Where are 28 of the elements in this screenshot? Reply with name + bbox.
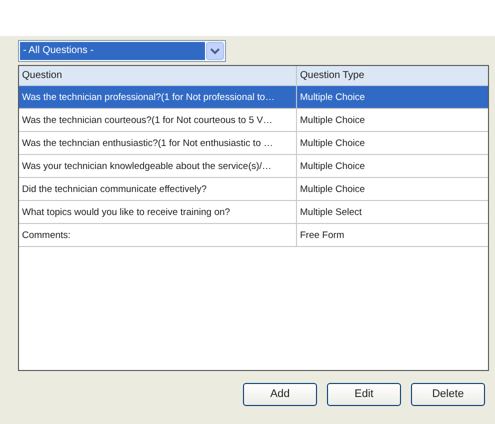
table-row[interactable]: Was your technician knowledgeable about the service(s)/… Multiple Choice (19, 155, 488, 178)
chevron-down-icon (206, 42, 224, 60)
table-cell: Multiple Choice (296, 109, 488, 131)
table-row[interactable]: Did the technician communicate effectively? Multiple Choice (19, 178, 488, 201)
table-cell-text: Was the techncian enthusiastic?(1 for Not enthusiastic to … (21, 137, 274, 151)
table-row[interactable]: Was the technician professional?(1 for Not professional to… Multiple Choice (19, 86, 488, 109)
action-button[interactable]: Delete (411, 383, 485, 406)
table-cell-text: Was your technician knowledgeable about the service(s)/… (21, 160, 272, 174)
table-cell-text: Did the technician communicate effectively? (21, 183, 208, 197)
action-button[interactable]: Add (243, 383, 317, 406)
table-row[interactable]: Was the techncian enthusiastic?(1 for Not enthusiastic to … Multiple Choice (19, 132, 488, 155)
table-row[interactable]: What topics would you like to receive training on? Multiple Select (19, 201, 488, 224)
filter-dropdown[interactable]: - All Questions - (18, 40, 226, 62)
table-cell: Multiple Choice (296, 86, 488, 108)
table-cell: Multiple Select (296, 201, 488, 223)
table-cell: Multiple Choice (296, 132, 488, 154)
table-cell: Multiple Choice (296, 178, 488, 200)
column-header[interactable]: Question Type (296, 66, 488, 85)
table-cell: Multiple Choice (296, 155, 488, 177)
table-row[interactable]: Was the technician courteous?(1 for Not courteous to 5 V… Multiple Choice (19, 109, 488, 132)
table-cell-text: Comments: (21, 229, 72, 243)
table-row[interactable]: Comments: Free Form (19, 224, 488, 247)
table-cell: Free Form (296, 224, 488, 246)
table-cell-text: Was the technician courteous?(1 for Not courteous to 5 V… (21, 114, 274, 128)
column-header[interactable]: Question (19, 66, 296, 85)
action-button[interactable]: Edit (327, 383, 401, 406)
table-cell-text: What topics would you like to receive training on? (21, 206, 232, 220)
table-cell-text: Was the technician professional?(1 for Not professional to… (21, 91, 276, 105)
